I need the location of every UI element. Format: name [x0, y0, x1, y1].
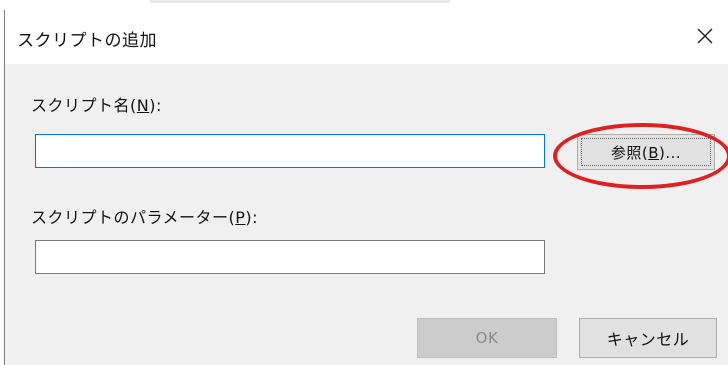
add-script-dialog: スクリプトの追加 スクリプト名(N): 参照(B)... スクリプトのパラメータ… [4, 10, 728, 365]
script-name-input[interactable] [35, 134, 545, 168]
ok-button[interactable]: OK [417, 318, 557, 358]
cancel-button-label: キャンセル [606, 330, 690, 349]
script-params-input[interactable] [35, 240, 545, 274]
browse-button[interactable]: 参照(B)... [577, 134, 715, 170]
cancel-button[interactable]: キャンセル [579, 318, 717, 358]
close-icon [697, 28, 713, 44]
close-button[interactable] [685, 18, 725, 54]
background-shadow [150, 0, 450, 3]
script-name-label: スクリプト名(N): [31, 96, 162, 115]
ok-button-label: OK [475, 329, 499, 347]
dialog-title: スクリプトの追加 [17, 31, 157, 51]
focus-rectangle [581, 138, 711, 166]
script-params-label: スクリプトのパラメーター(P): [31, 208, 259, 227]
title-bar: スクリプトの追加 [5, 10, 728, 64]
